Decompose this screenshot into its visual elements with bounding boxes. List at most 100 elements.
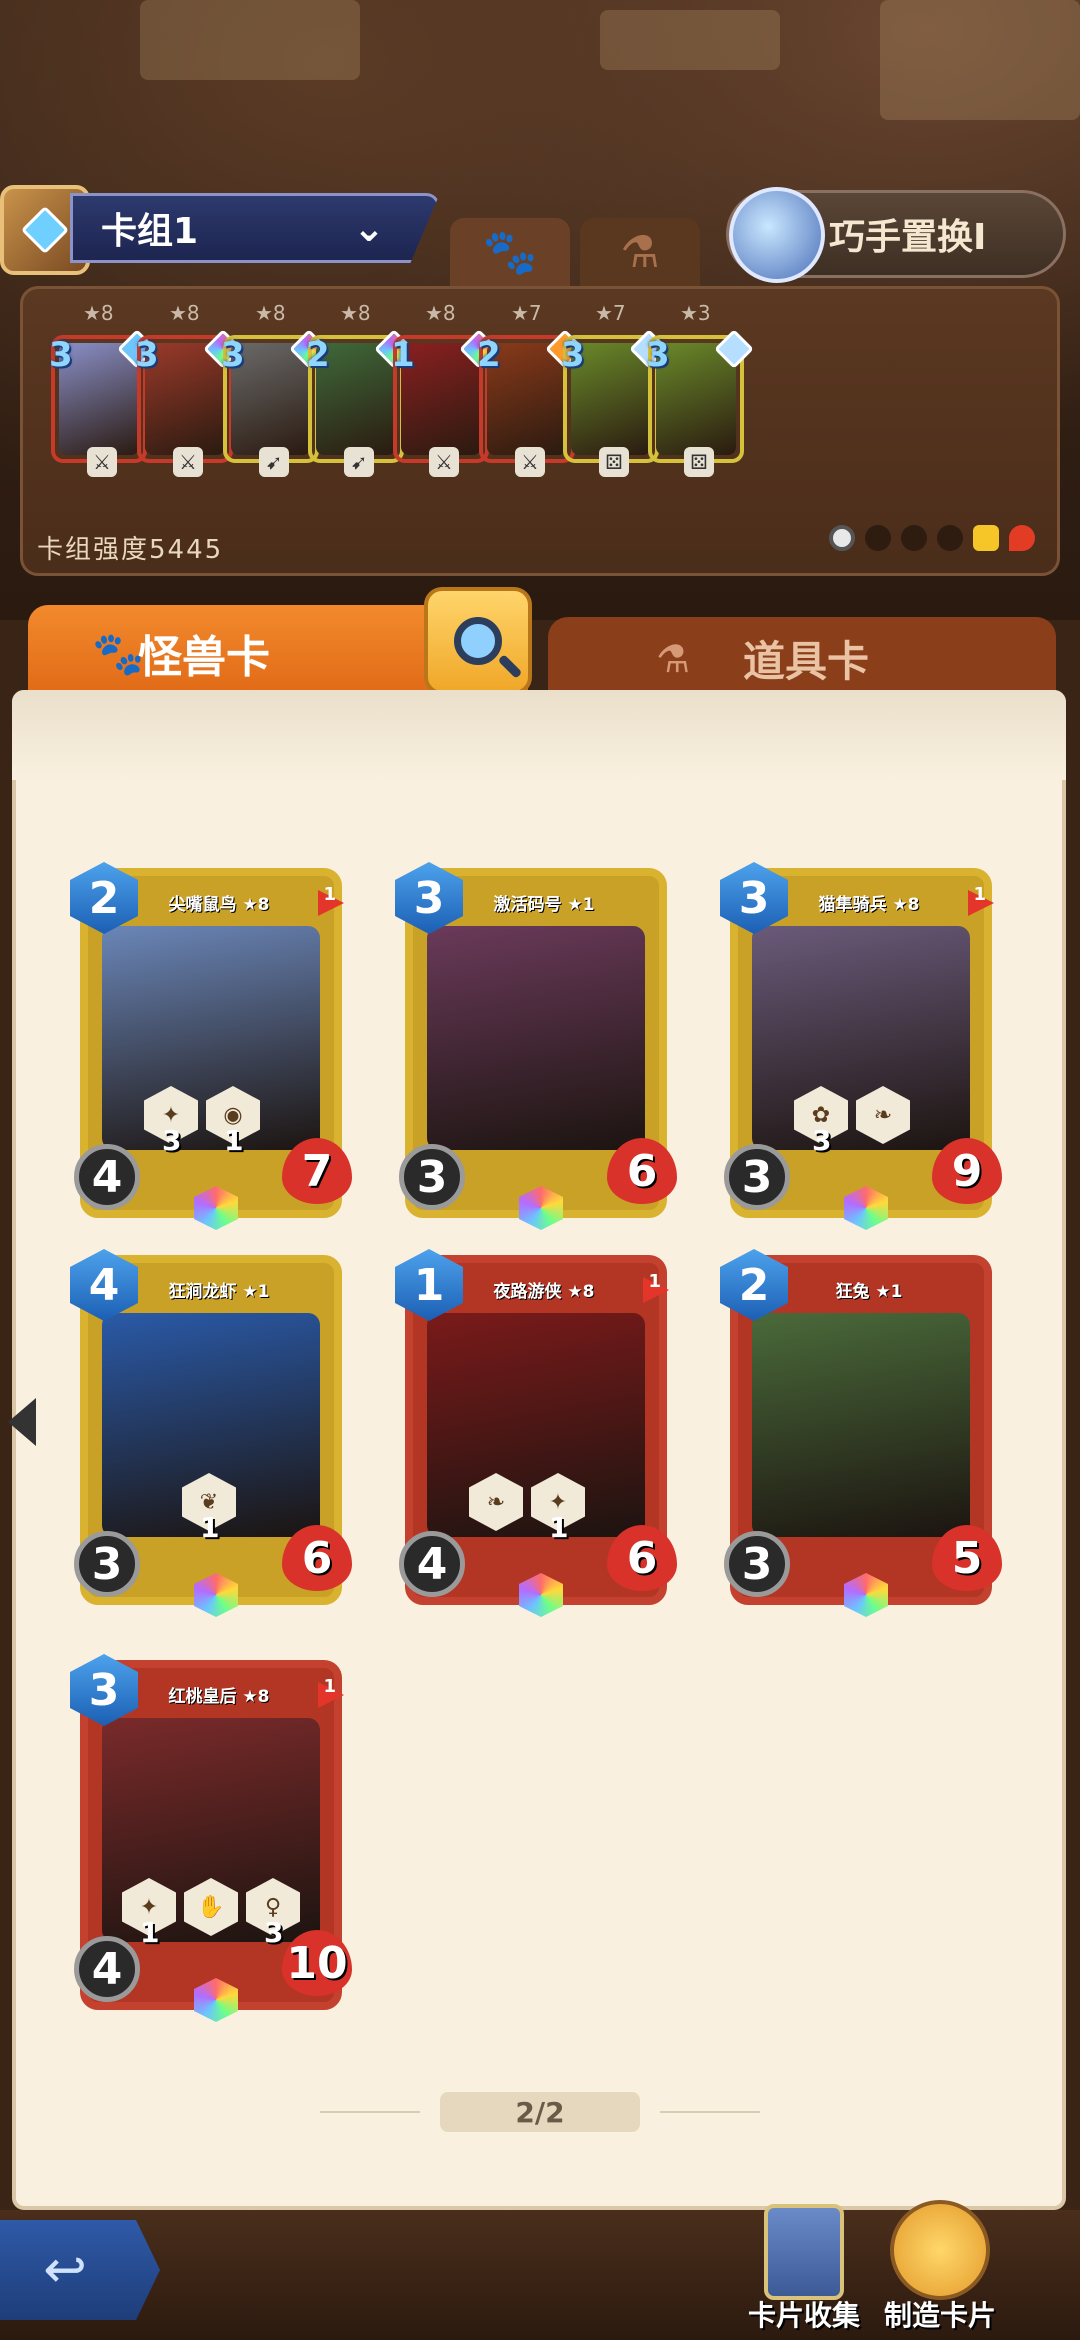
card-book-icon xyxy=(764,2204,844,2300)
deck-power: 卡组强度5445 xyxy=(37,535,224,565)
card-name: 尖嘴鼠鸟 ★8 xyxy=(168,895,270,915)
monster-card[interactable]: 红桃皇后 ★8 3 1 ✦ 1 ✋ ♀ 3 4 10 xyxy=(70,1654,352,2022)
card-cost: 3 xyxy=(646,335,670,375)
flag-count: 1 xyxy=(323,1676,336,1697)
prev-page-arrow-icon[interactable] xyxy=(8,1398,36,1446)
skill-swap-button[interactable]: 巧手置换I xyxy=(726,187,1066,283)
deck-card[interactable]: ★8 3 ➹ xyxy=(221,301,329,477)
map-decoration xyxy=(880,0,1080,120)
deck-card[interactable]: ★8 2 ➹ xyxy=(306,301,414,477)
deck-card[interactable]: ★7 3 ⚄ xyxy=(561,301,669,477)
search-icon xyxy=(454,617,502,665)
card-attack: 4 xyxy=(399,1531,465,1597)
monster-card[interactable]: 狂涧龙虾 ★1 4 ❦ 1 3 6 xyxy=(70,1249,352,1617)
sword-icon: ⚔ xyxy=(173,447,203,477)
deck-card[interactable]: ★8 1 ⚔ xyxy=(391,301,499,477)
card-stars: ★8 xyxy=(169,301,200,325)
card-attack: 3 xyxy=(74,1531,140,1597)
monster-card[interactable]: 狂兔 ★1 2 3 5 xyxy=(720,1249,1002,1617)
dice-icon: ⚄ xyxy=(599,447,629,477)
paw-tab-icon[interactable]: 🐾 xyxy=(450,218,570,286)
deck-header: 卡组1 ⌄ xyxy=(0,185,440,275)
card-name: 激活码号 ★1 xyxy=(493,895,595,915)
card-attack: 4 xyxy=(74,1936,140,2002)
make-label: 制造卡片 xyxy=(883,2299,996,2332)
ability-value: 1 xyxy=(224,1124,244,1157)
tab-item-label: 道具卡 xyxy=(743,636,870,686)
ability-value: 1 xyxy=(140,1916,160,1949)
card-stars: ★8 xyxy=(425,301,456,325)
bow-icon: ➹ xyxy=(259,447,289,477)
card-type-tabs: 🐾 怪兽卡 ⚗ 道具卡 xyxy=(0,587,1080,700)
card-name: 狂涧龙虾 ★1 xyxy=(168,1282,270,1302)
flag-count: 1 xyxy=(973,884,986,905)
chevron-down-icon: ⌄ xyxy=(353,206,385,250)
ability-value: 3 xyxy=(162,1124,182,1157)
ability-value: 1 xyxy=(200,1511,220,1544)
parchment-header-band xyxy=(12,690,1066,780)
back-arrow-icon: ↩ xyxy=(43,2240,87,2300)
card-stars: ★8 xyxy=(83,301,114,325)
card-name: 红桃皇后 ★8 xyxy=(168,1687,270,1707)
card-stars: ★7 xyxy=(511,301,542,325)
monster-card[interactable]: 猫隼骑兵 ★8 3 1 ✿ 3 ❧ 3 9 xyxy=(720,862,1002,1230)
card-stars: ★3 xyxy=(680,301,711,325)
hand-avatar-icon xyxy=(729,187,825,283)
card-name: 狂兔 ★1 xyxy=(835,1282,903,1302)
card-health: 6 xyxy=(607,1525,677,1591)
card-cost: 3 xyxy=(135,335,159,375)
card-art xyxy=(427,926,645,1150)
potion-icon: ⚗ xyxy=(656,637,691,681)
pager-divider xyxy=(320,2111,420,2113)
swap-label: 巧手置换I xyxy=(829,217,987,258)
map-decoration xyxy=(140,0,360,80)
card-health: 10 xyxy=(282,1930,352,1996)
monster-card[interactable]: 激活码号 ★1 3 3 6 xyxy=(395,862,677,1230)
deck-card[interactable]: ★3 3 ⚄ xyxy=(646,301,754,477)
element-filter xyxy=(829,525,1035,551)
card-cost: 1 xyxy=(391,335,415,375)
ability-value: 3 xyxy=(812,1124,832,1157)
card-health: 6 xyxy=(607,1138,677,1204)
card-art xyxy=(752,1313,970,1537)
deck-card[interactable]: ★8 3 ⚔ xyxy=(49,301,157,477)
paw-element-icon[interactable] xyxy=(937,525,963,551)
deck-selector[interactable]: 卡组1 ⌄ xyxy=(70,193,440,263)
sword-icon: ⚔ xyxy=(87,447,117,477)
pager-divider xyxy=(660,2111,760,2113)
card-health: 9 xyxy=(932,1138,1002,1204)
tab-item-cards[interactable]: ⚗ 道具卡 xyxy=(548,617,1056,699)
card-name: 猫隼骑兵 ★8 xyxy=(818,895,920,915)
card-attack: 3 xyxy=(724,1144,790,1210)
craft-card-button[interactable]: 制造卡片 xyxy=(870,2200,1010,2340)
card-cost: 2 xyxy=(306,335,330,375)
deck-name: 卡组1 xyxy=(101,211,199,252)
lightning-element-icon[interactable] xyxy=(973,525,999,551)
neutral-element-icon[interactable] xyxy=(829,525,855,551)
card-collection-button[interactable]: 卡片收集 xyxy=(734,2200,874,2340)
back-button[interactable]: ↩ xyxy=(0,2220,160,2320)
card-name: 夜路游侠 ★8 xyxy=(493,1282,595,1302)
tab-monster-label: 怪兽卡 xyxy=(138,631,270,683)
hand-element-icon[interactable] xyxy=(901,525,927,551)
monster-card[interactable]: 夜路游侠 ★8 1 1 ❧ ✦ 1 4 6 xyxy=(395,1249,677,1617)
bow-icon: ➹ xyxy=(344,447,374,477)
fire-element-icon[interactable] xyxy=(1009,525,1035,551)
card-cost: 2 xyxy=(477,335,501,375)
paw-icon: 🐾 xyxy=(92,629,145,678)
flag-count: 1 xyxy=(323,884,336,905)
card-cost: 3 xyxy=(561,335,585,375)
card-cost: 3 xyxy=(49,335,73,375)
beast-element-icon[interactable] xyxy=(865,525,891,551)
card-attack: 3 xyxy=(399,1144,465,1210)
monster-card[interactable]: 尖嘴鼠鸟 ★8 2 1 ✦ 3 ◉ 1 4 7 xyxy=(70,862,352,1230)
deck-strip: ★8 3 ⚔ ★8 3 ⚔ ★8 3 ➹ ★8 2 ➹ ★8 1 ⚔ ★7 2 ⚔ ★7 3 ⚄ ★3 3 ⚄ 卡组强度544… xyxy=(20,286,1060,576)
deck-card[interactable]: ★8 3 ⚔ xyxy=(135,301,243,477)
card-health: 7 xyxy=(282,1138,352,1204)
card-stars: ★7 xyxy=(595,301,626,325)
page-indicator: 2/2 xyxy=(440,2092,640,2132)
ability-value: 3 xyxy=(264,1916,284,1949)
search-button[interactable] xyxy=(424,587,532,695)
card-cost: 3 xyxy=(221,335,245,375)
potion-tab-icon[interactable]: ⚗ xyxy=(580,218,700,286)
